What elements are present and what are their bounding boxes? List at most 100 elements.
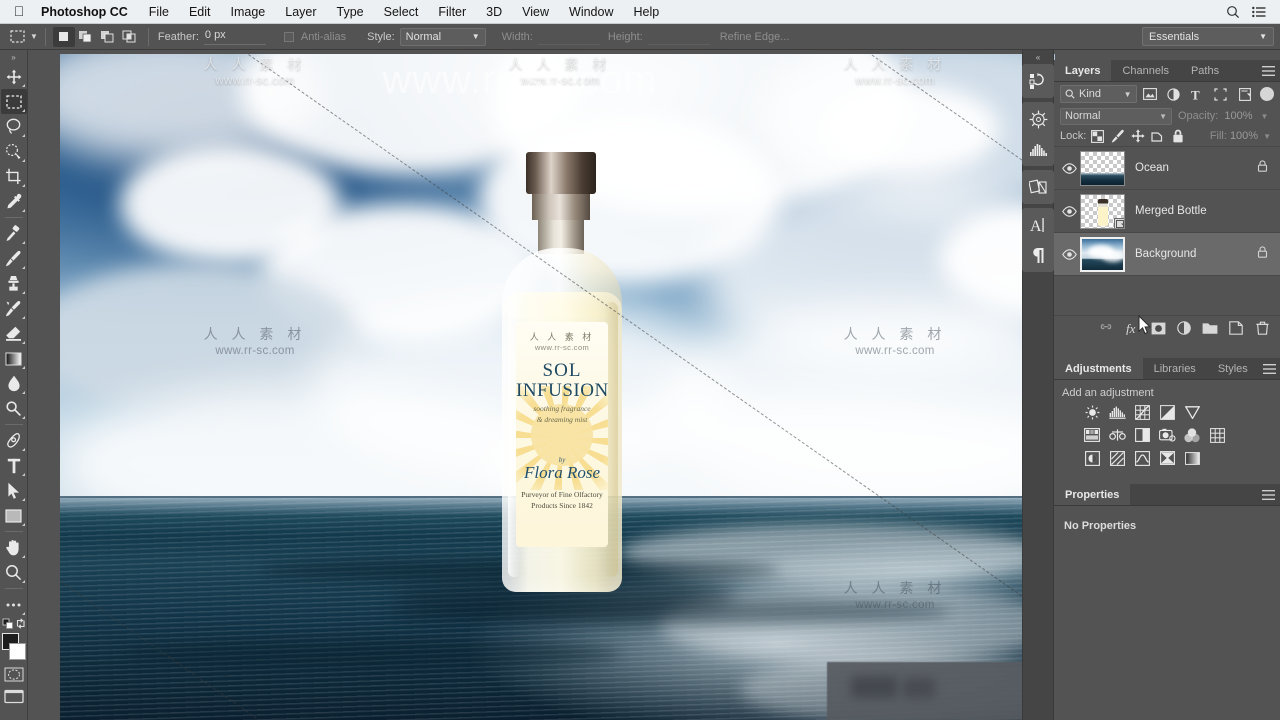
- adjustment-layer-filter-icon[interactable]: [1164, 85, 1184, 103]
- gradient-tool[interactable]: [1, 346, 27, 371]
- history-panel-icon[interactable]: [1023, 66, 1053, 96]
- layer-filter-kind-select[interactable]: Kind ▼: [1060, 85, 1137, 103]
- menu-type[interactable]: Type: [327, 5, 374, 19]
- zoom-tool[interactable]: [1, 560, 27, 585]
- gradient-map-icon[interactable]: [1157, 449, 1177, 467]
- screen-mode-button[interactable]: [1, 685, 27, 707]
- menu-window[interactable]: Window: [559, 5, 623, 19]
- menu-image[interactable]: Image: [221, 5, 276, 19]
- width-input[interactable]: [537, 29, 600, 45]
- document-canvas[interactable]: 人 人 素 材 www.rr-sc.com SOL INFUSION sooth…: [60, 54, 1055, 720]
- panel-menu-icon[interactable]: [1256, 60, 1280, 81]
- tab-libraries[interactable]: Libraries: [1143, 358, 1207, 379]
- style-select[interactable]: Normal ▼: [399, 27, 486, 46]
- layer-name[interactable]: Ocean: [1135, 162, 1169, 174]
- panel-menu-icon[interactable]: [1256, 484, 1280, 505]
- brightness-contrast-icon[interactable]: [1082, 403, 1102, 421]
- exposure-icon[interactable]: [1157, 403, 1177, 421]
- fill-value[interactable]: 100%: [1230, 130, 1258, 142]
- add-to-selection-button[interactable]: [75, 27, 97, 47]
- black-white-icon[interactable]: [1132, 426, 1152, 444]
- layer-thumbnail[interactable]: [1080, 193, 1125, 229]
- new-group-button[interactable]: [1198, 317, 1222, 339]
- panel-menu-icon[interactable]: [1259, 358, 1280, 379]
- layer-thumbnail[interactable]: [1080, 150, 1125, 186]
- menu-3d[interactable]: 3D: [476, 5, 512, 19]
- layer-style-button[interactable]: fx: [1120, 317, 1144, 339]
- height-input[interactable]: [647, 29, 710, 45]
- history-brush-tool[interactable]: [1, 296, 27, 321]
- rectangle-tool[interactable]: [1, 503, 27, 528]
- subtract-from-selection-button[interactable]: [97, 27, 119, 47]
- menubar-app-name[interactable]: Photoshop CC: [30, 5, 139, 19]
- vibrance-icon[interactable]: [1182, 403, 1202, 421]
- clone-stamp-tool[interactable]: [1, 271, 27, 296]
- lock-all-icon[interactable]: [1169, 128, 1186, 145]
- shape-layer-filter-icon[interactable]: [1211, 85, 1231, 103]
- color-balance-icon[interactable]: [1107, 426, 1127, 444]
- hand-tool[interactable]: [1, 535, 27, 560]
- workspace-select[interactable]: Essentials ▼: [1142, 27, 1274, 46]
- path-selection-tool[interactable]: [1, 478, 27, 503]
- posterize-icon[interactable]: [1107, 449, 1127, 467]
- quick-mask-mode-button[interactable]: [1, 663, 27, 685]
- tool-preset-chevron-down-icon[interactable]: ▼: [30, 32, 38, 41]
- pixel-layer-filter-icon[interactable]: [1141, 85, 1161, 103]
- paragraph-panel-icon[interactable]: [1023, 240, 1053, 270]
- collapse-panels-icon[interactable]: «: [1022, 50, 1054, 64]
- layer-locked-icon[interactable]: [1257, 245, 1268, 263]
- blur-tool[interactable]: [1, 371, 27, 396]
- channel-mixer-icon[interactable]: [1182, 426, 1202, 444]
- quick-selection-tool[interactable]: [1, 139, 27, 164]
- edit-toolbar-ellipsis-icon[interactable]: [1, 592, 27, 617]
- pen-tool[interactable]: [1, 428, 27, 453]
- opacity-value[interactable]: 100%: [1224, 110, 1252, 122]
- canvas-area[interactable]: 人 人 素 材 www.rr-sc.com SOL INFUSION sooth…: [28, 50, 1058, 720]
- menu-select[interactable]: Select: [374, 5, 429, 19]
- menu-layer[interactable]: Layer: [275, 5, 326, 19]
- new-selection-button[interactable]: [52, 26, 75, 47]
- levels-icon[interactable]: [1107, 403, 1127, 421]
- tab-adjustments[interactable]: Adjustments: [1054, 358, 1143, 379]
- search-icon[interactable]: [1220, 5, 1246, 19]
- lasso-tool[interactable]: [1, 114, 27, 139]
- menu-file[interactable]: File: [139, 5, 179, 19]
- lock-position-icon[interactable]: [1129, 128, 1146, 145]
- rectangular-marquee-tool[interactable]: [0, 89, 27, 114]
- type-layer-filter-icon[interactable]: T: [1188, 85, 1208, 103]
- refine-edge-button[interactable]: Refine Edge...: [720, 31, 790, 43]
- smart-object-filter-icon[interactable]: [1235, 85, 1255, 103]
- layer-visibility-toggle[interactable]: [1058, 190, 1080, 233]
- tab-paths[interactable]: Paths: [1180, 60, 1230, 81]
- background-color-swatch[interactable]: [8, 643, 26, 660]
- layer-mask-button[interactable]: [1146, 317, 1170, 339]
- hue-saturation-icon[interactable]: [1082, 426, 1102, 444]
- menu-help[interactable]: Help: [624, 5, 670, 19]
- tab-styles[interactable]: Styles: [1207, 358, 1259, 379]
- menu-view[interactable]: View: [512, 5, 559, 19]
- tab-properties[interactable]: Properties: [1054, 484, 1131, 505]
- color-swatches[interactable]: [1, 633, 27, 663]
- link-layers-button[interactable]: [1094, 317, 1118, 339]
- menu-filter[interactable]: Filter: [428, 5, 476, 19]
- lock-transparent-pixels-icon[interactable]: [1089, 128, 1106, 145]
- layer-name[interactable]: Merged Bottle: [1135, 205, 1207, 217]
- threshold-icon[interactable]: [1132, 449, 1152, 467]
- layer-visibility-toggle[interactable]: [1058, 147, 1080, 190]
- new-layer-button[interactable]: [1224, 317, 1248, 339]
- table-row[interactable]: Ocean: [1054, 147, 1280, 190]
- blend-mode-select[interactable]: Normal ▼: [1060, 107, 1172, 125]
- tab-layers[interactable]: Layers: [1054, 60, 1112, 81]
- menu-edit[interactable]: Edit: [179, 5, 221, 19]
- apple-logo-icon[interactable]: : [8, 4, 30, 20]
- crop-tool[interactable]: [1, 164, 27, 189]
- tab-channels[interactable]: Channels: [1111, 60, 1179, 81]
- photo-filter-icon[interactable]: [1157, 426, 1177, 444]
- layer-filter-toggle[interactable]: [1260, 87, 1274, 101]
- spot-healing-brush-tool[interactable]: [1, 221, 27, 246]
- opacity-chevron-down-icon[interactable]: ▼: [1261, 112, 1269, 121]
- layer-name[interactable]: Background: [1135, 248, 1196, 260]
- layer-locked-icon[interactable]: [1257, 159, 1268, 177]
- swatches-panel-icon[interactable]: [1023, 172, 1053, 202]
- brush-settings-icon[interactable]: [1023, 104, 1053, 134]
